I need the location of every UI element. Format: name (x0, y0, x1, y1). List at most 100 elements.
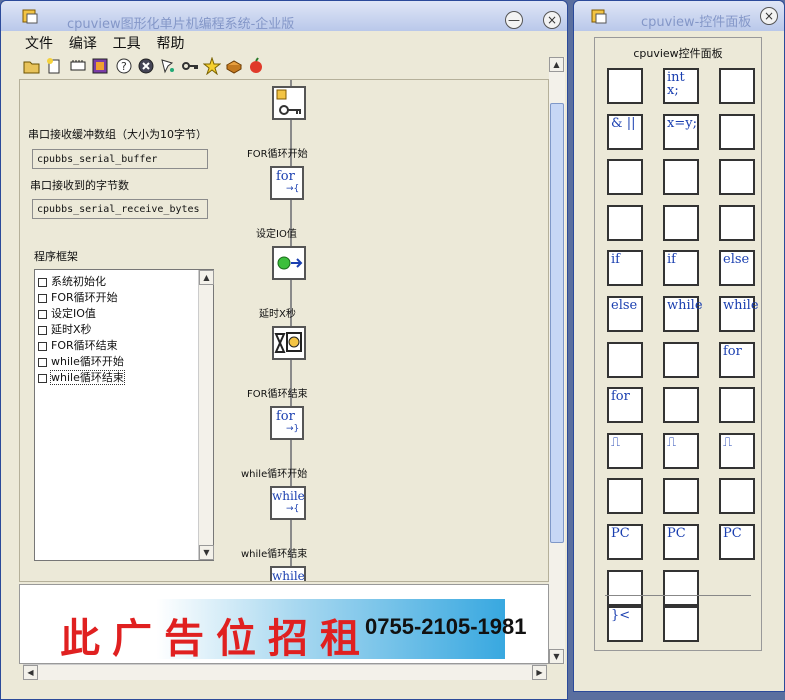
tree-item[interactable]: FOR循环开始 (38, 289, 118, 304)
checkbox-icon (38, 277, 47, 287)
panel-button-go-stop[interactable] (719, 478, 755, 514)
checkbox-icon (38, 309, 47, 319)
tree-item-selected[interactable]: while循环结束 (38, 369, 125, 385)
flow-node-for-start[interactable]: for →{ (270, 166, 304, 200)
key-icon[interactable] (181, 57, 199, 75)
else-end-icon: else (611, 298, 638, 313)
panel-button-funnel-arrow[interactable] (607, 342, 643, 378)
app-icon (591, 9, 607, 24)
panel-button-int-declare[interactable]: int x; (663, 68, 699, 104)
flow-node-delay[interactable] (272, 326, 306, 360)
help-icon[interactable]: ? (115, 57, 133, 75)
main-titlebar: cpuview图形化单片机编程系统-企业版 — × (1, 1, 567, 32)
panel-button-init-key[interactable] (607, 68, 643, 104)
package-icon[interactable] (225, 57, 243, 75)
tree-item[interactable]: 延时X秒 (38, 321, 92, 336)
ad-banner[interactable]: 此广告位招租 0755-2105-1981 (19, 584, 549, 664)
chip-icon[interactable] (91, 57, 109, 75)
tree-item[interactable]: while循环开始 (38, 353, 124, 368)
scroll-down-arrow[interactable]: ▼ (549, 649, 564, 664)
panel-button-cancel[interactable] (663, 606, 699, 642)
tree-scrollbar[interactable]: ▲ ▼ (198, 270, 214, 560)
panel-close-button[interactable]: × (760, 7, 778, 25)
panel-button-logic-ops[interactable]: & || (607, 114, 643, 150)
app-icon (22, 9, 38, 24)
flow-node-while-start[interactable]: while →{ (270, 486, 306, 520)
probe-icon[interactable] (159, 57, 177, 75)
new-file-icon[interactable] (45, 57, 63, 75)
tree-item[interactable]: FOR循环结束 (38, 337, 118, 352)
stop-icon[interactable] (137, 57, 155, 75)
panel-button-while[interactable]: while (663, 296, 703, 332)
scroll-thumb[interactable] (550, 103, 564, 543)
main-window-title: cpuview图形化单片机编程系统-企业版 (67, 17, 295, 32)
panel-button-edit[interactable] (719, 387, 755, 423)
panel-button-green-in[interactable] (719, 205, 755, 241)
scroll-left-arrow[interactable]: ◀ (23, 665, 38, 680)
memory-icon[interactable] (69, 57, 87, 75)
buffer-label: 串口接收缓冲数组（大小为10字节） (28, 128, 207, 141)
panel-button-for[interactable]: for (719, 342, 755, 378)
panel-button-delay[interactable] (663, 387, 699, 423)
panel-button-doc-search[interactable] (719, 114, 755, 150)
flow-label: while循环结束 (241, 549, 308, 560)
flow-node-init[interactable] (272, 86, 306, 120)
panel-button-green-out[interactable] (663, 205, 699, 241)
menu-help[interactable]: 帮助 (150, 31, 190, 53)
ad-text: 此广告位招租 (60, 615, 372, 662)
panel-button-if-end[interactable]: if (663, 250, 699, 286)
panel-button-new-doc[interactable] (607, 570, 643, 606)
panel-button-if[interactable]: if (607, 250, 643, 286)
panel-button-signal-key[interactable] (663, 159, 699, 195)
main-vertical-scrollbar[interactable]: ▲ ▼ (549, 57, 565, 664)
panel-button-pulse-in[interactable]: ⎍ (663, 433, 699, 469)
flow-node-set-io[interactable] (272, 246, 306, 280)
panel-button-doc-search2[interactable] (607, 159, 643, 195)
minimize-button[interactable]: — (505, 11, 523, 29)
panel-button-users[interactable] (663, 570, 699, 606)
panel-button-else-end[interactable]: else (607, 296, 643, 332)
panel-button-while-end[interactable]: while (719, 296, 759, 332)
menu-file[interactable]: 文件 (19, 31, 59, 53)
panel-button-funnel-cnt[interactable] (663, 342, 699, 378)
tree-item[interactable]: 设定IO值 (38, 305, 96, 320)
panel-button-pc-send[interactable]: PC (663, 524, 699, 560)
apple-icon[interactable] (247, 57, 265, 75)
buffer-field[interactable]: cpubbs_serial_buffer (32, 149, 208, 169)
panel-button-timer[interactable] (607, 478, 643, 514)
open-folder-icon[interactable] (23, 57, 41, 75)
flow-label: 设定IO值 (256, 229, 297, 240)
panel-button-pulse-out[interactable]: ⎍ (719, 433, 755, 469)
count-field[interactable]: cpubbs_serial_receive_bytes (32, 199, 208, 219)
flow-label: FOR循环结束 (247, 389, 308, 400)
panel-button-call[interactable]: }< (607, 606, 643, 642)
close-button[interactable]: × (543, 11, 561, 29)
panel-button-pc-key[interactable]: PC (607, 524, 643, 560)
panel-button-pulse-key[interactable]: ⎍ (607, 433, 643, 469)
scroll-right-arrow[interactable]: ▶ (532, 665, 547, 680)
tree-scroll-up[interactable]: ▲ (199, 270, 214, 285)
menu-tools[interactable]: 工具 (107, 31, 147, 53)
delay-icon (274, 332, 302, 353)
panel-button-timer-end[interactable] (663, 478, 699, 514)
tree-item[interactable]: 系统初始化 (38, 273, 106, 288)
panel-button-io-in[interactable] (719, 159, 755, 195)
count-label: 串口接收到的字节数 (30, 179, 129, 192)
tree-scroll-down[interactable]: ▼ (199, 545, 214, 560)
panel-button-funnel-key[interactable] (719, 68, 755, 104)
star-icon[interactable] (203, 57, 221, 75)
menu-compile[interactable]: 编译 (63, 31, 103, 53)
panel-window: cpuview-控件面板 × cpuview控件面板 int x; & || x=y… (573, 0, 785, 692)
logic-ops-icon: & || (611, 116, 636, 131)
flow-node-while-end[interactable]: while (270, 566, 306, 581)
panel-button-for-end[interactable]: for (607, 387, 643, 423)
panel-button-else[interactable]: else (719, 250, 755, 286)
panel-button-assign[interactable]: x=y; (663, 114, 699, 150)
flow-node-for-end[interactable]: for →} (270, 406, 304, 440)
panel-button-pc-receive[interactable]: PC (719, 524, 755, 560)
panel-button-io-read[interactable] (607, 205, 643, 241)
scroll-up-arrow[interactable]: ▲ (549, 57, 564, 72)
program-tree[interactable]: 系统初始化 FOR循环开始 设定IO值 延时X秒 FOR循环结束 while循环… (34, 269, 214, 561)
for-icon: for (723, 344, 742, 359)
horizontal-scrollbar[interactable]: ◀ ▶ (23, 664, 547, 680)
